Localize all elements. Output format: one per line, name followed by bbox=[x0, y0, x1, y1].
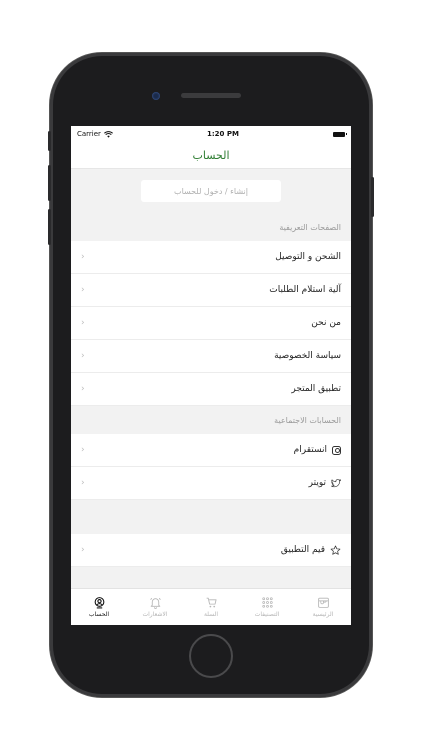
list-item-label: سياسة الخصوصية bbox=[274, 351, 341, 361]
app-screen: Carrier 1:20 PM الحساب إنشاء / دخول للحس… bbox=[71, 126, 351, 625]
battery-icon bbox=[333, 131, 347, 137]
bell-icon bbox=[149, 597, 161, 609]
instagram-icon bbox=[332, 445, 341, 455]
tab-bar: الحساب الاشعارات السلة التصنيفات الرئيسي… bbox=[71, 588, 351, 625]
list-item-main: قيم التطبيق bbox=[281, 545, 341, 556]
chevron-left-icon: ‹ bbox=[81, 252, 85, 262]
list-item-rate-app[interactable]: قيم التطبيق ‹ bbox=[71, 534, 351, 567]
list-item-twitter[interactable]: تويتر ‹ bbox=[71, 467, 351, 500]
tab-label: التصنيفات bbox=[254, 611, 280, 618]
list-item-store-app[interactable]: تطبيق المتجر ‹ bbox=[71, 373, 351, 406]
list-item-label: تطبيق المتجر bbox=[291, 384, 341, 394]
phone-frame: Carrier 1:20 PM الحساب إنشاء / دخول للحس… bbox=[48, 53, 374, 697]
status-left: Carrier bbox=[77, 130, 113, 138]
volume-up-button bbox=[48, 165, 51, 201]
carrier-label: Carrier bbox=[77, 130, 101, 138]
page-title: الحساب bbox=[192, 148, 230, 162]
chevron-left-icon: ‹ bbox=[81, 478, 85, 488]
list-item-label: آلية استلام الطلبات bbox=[269, 285, 341, 295]
earpiece-speaker bbox=[181, 93, 241, 98]
list-item-privacy-policy[interactable]: سياسة الخصوصية ‹ bbox=[71, 340, 351, 373]
login-register-button[interactable]: إنشاء / دخول للحساب bbox=[141, 180, 281, 202]
account-icon bbox=[94, 597, 104, 609]
tab-label: الحساب bbox=[88, 611, 110, 618]
wifi-icon bbox=[103, 130, 113, 138]
tab-cart[interactable]: السلة bbox=[183, 589, 239, 625]
list-item-label: تويتر bbox=[308, 478, 326, 488]
chevron-left-icon: ‹ bbox=[81, 545, 85, 555]
list-item-shipping[interactable]: الشحن و التوصيل ‹ bbox=[71, 241, 351, 274]
grid-icon bbox=[261, 597, 273, 608]
star-icon bbox=[330, 545, 341, 555]
list-item-label: من نحن bbox=[311, 318, 341, 328]
tab-home[interactable]: الرئيسية bbox=[295, 589, 351, 625]
list-item-main: انستقرام bbox=[294, 445, 341, 455]
home-button[interactable] bbox=[189, 634, 233, 678]
cart-icon bbox=[206, 597, 217, 608]
status-time: 1:20 PM bbox=[207, 130, 239, 138]
login-container: إنشاء / دخول للحساب bbox=[71, 169, 351, 213]
volume-down-button bbox=[48, 209, 51, 245]
tab-label: السلة bbox=[203, 611, 219, 618]
tab-notifications[interactable]: الاشعارات bbox=[127, 589, 183, 625]
tab-label: الرئيسية bbox=[312, 611, 334, 618]
list-item-main: تويتر bbox=[309, 478, 341, 488]
list-item-order-pickup[interactable]: آلية استلام الطلبات ‹ bbox=[71, 274, 351, 307]
list-item-label: الشحن و التوصيل bbox=[275, 252, 341, 262]
list-item-about-us[interactable]: من نحن ‹ bbox=[71, 307, 351, 340]
list-item-instagram[interactable]: انستقرام ‹ bbox=[71, 434, 351, 467]
tab-account[interactable]: الحساب bbox=[71, 589, 127, 625]
power-button bbox=[371, 177, 374, 217]
chevron-left-icon: ‹ bbox=[81, 318, 85, 328]
section-header-pages: الصفحات التعريفية bbox=[279, 222, 341, 232]
chevron-left-icon: ‹ bbox=[81, 384, 85, 394]
nav-bar: الحساب bbox=[71, 142, 351, 169]
list-item-label: انستقرام bbox=[293, 445, 327, 455]
tab-categories[interactable]: التصنيفات bbox=[239, 589, 295, 625]
status-bar: Carrier 1:20 PM bbox=[71, 126, 351, 142]
mute-switch bbox=[48, 131, 51, 151]
list-item-label: قيم التطبيق bbox=[280, 545, 325, 555]
account-content: إنشاء / دخول للحساب الصفحات التعريفية ال… bbox=[71, 169, 351, 567]
chevron-left-icon: ‹ bbox=[81, 351, 85, 361]
front-camera bbox=[152, 92, 160, 100]
store-icon bbox=[317, 597, 329, 608]
twitter-icon bbox=[331, 478, 341, 487]
section-header-social: الحسابات الاجتماعية bbox=[274, 415, 341, 425]
chevron-left-icon: ‹ bbox=[81, 445, 85, 455]
chevron-left-icon: ‹ bbox=[81, 285, 85, 295]
tab-label: الاشعارات bbox=[142, 611, 168, 618]
